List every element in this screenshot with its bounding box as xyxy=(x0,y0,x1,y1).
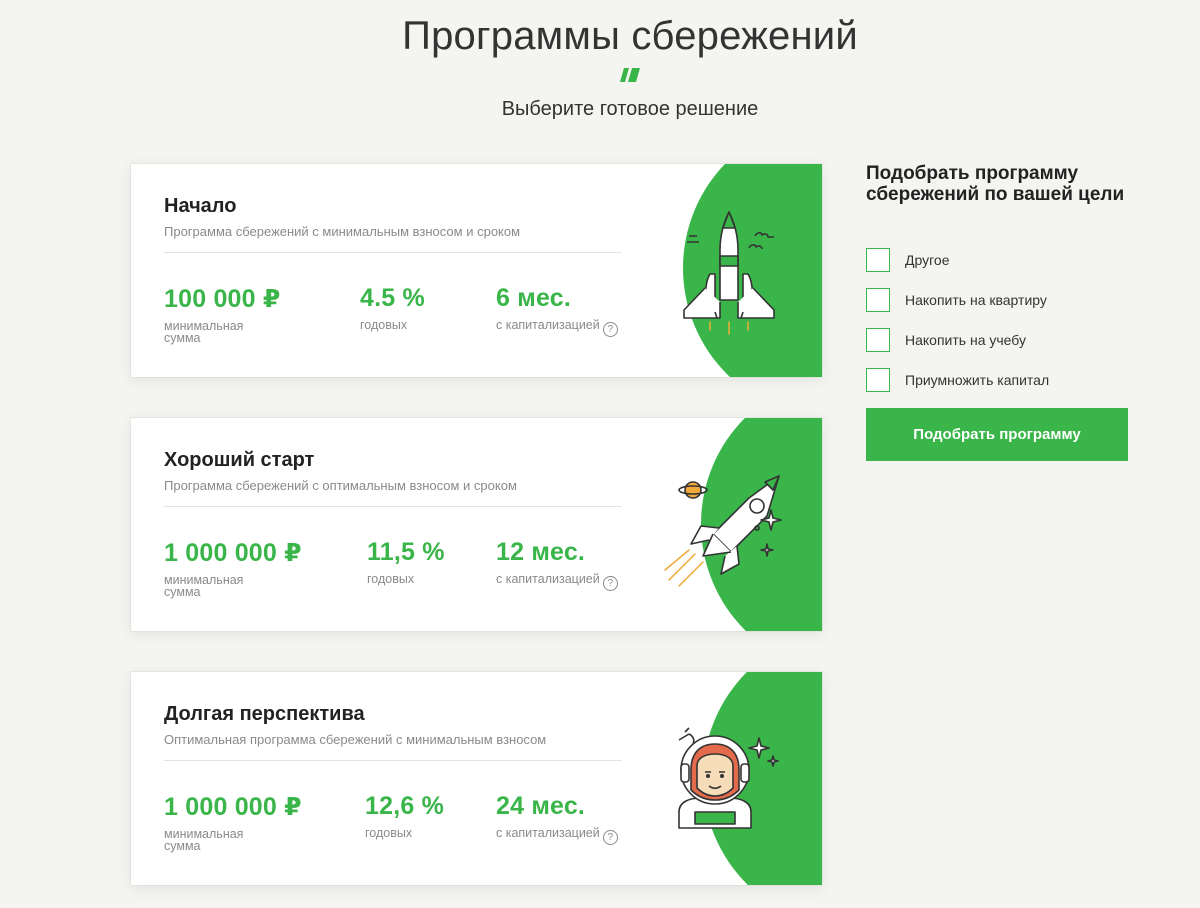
program-description: Оптимальная программа сбережений с миним… xyxy=(164,732,547,747)
checkbox[interactable] xyxy=(866,328,890,352)
stat-label: с капитализацией? xyxy=(496,827,618,845)
goal-option-education[interactable]: Накопить на учебу xyxy=(866,328,1026,352)
stat-value: 6 мес. xyxy=(496,284,571,312)
stat-rate: 4.5 % годовых xyxy=(360,284,425,331)
term-label: с капитализацией xyxy=(496,572,600,586)
goal-picker: Подобрать программу сбережений по вашей … xyxy=(866,163,1128,461)
term-label: с капитализацией xyxy=(496,826,600,840)
stat-rate: 11,5 % годовых xyxy=(367,538,445,585)
program-title: Начало xyxy=(164,195,237,217)
stat-label: минимальная сумма xyxy=(164,319,244,345)
program-description: Программа сбережений с минимальным взнос… xyxy=(164,224,521,239)
picker-title: Подобрать программу сбережений по вашей … xyxy=(866,163,1125,205)
help-icon[interactable]: ? xyxy=(602,322,618,337)
stat-label: годовых xyxy=(365,826,413,840)
stat-term: 6 мес. с капитализацией? xyxy=(496,284,618,337)
option-label: Накопить на учебу xyxy=(905,332,1027,348)
stat-label: годовых xyxy=(367,572,415,586)
stat-value: 1 000 000 ₽ xyxy=(164,793,302,821)
option-label: Другое xyxy=(905,252,950,268)
program-title: Долгая перспектива xyxy=(164,703,365,725)
stat-value: 12 мес. xyxy=(496,538,586,566)
goal-option-apartment[interactable]: Накопить на квартиру xyxy=(866,288,1047,312)
goal-option-capital[interactable]: Приумножить капитал xyxy=(866,368,1049,392)
pick-program-button[interactable]: Подобрать программу xyxy=(866,408,1128,461)
card-divider xyxy=(164,760,622,761)
stat-label: минимальная сумма xyxy=(164,827,244,853)
stat-value: 1 000 000 ₽ xyxy=(164,539,302,567)
stat-value: 100 000 ₽ xyxy=(164,285,281,313)
checkbox[interactable] xyxy=(866,368,890,392)
stat-term: 24 мес. с капитализацией? xyxy=(496,792,618,845)
option-label: Приумножить капитал xyxy=(905,372,1050,388)
help-icon[interactable]: ? xyxy=(602,576,618,591)
rocket-icon xyxy=(664,475,782,587)
program-card-nachalo[interactable]: Начало Программа сбережений с минимальны… xyxy=(131,164,822,377)
program-description: Программа сбережений с оптимальным взнос… xyxy=(164,478,517,493)
card-divider xyxy=(164,506,622,507)
checkbox[interactable] xyxy=(866,248,890,272)
stat-label: минимальная сумма xyxy=(164,573,244,599)
term-label: с капитализацией xyxy=(496,318,600,332)
checkbox[interactable] xyxy=(866,288,890,312)
goal-option-other[interactable]: Другое xyxy=(866,248,949,272)
stat-min-amount: 1 000 000 ₽ минимальная сумма xyxy=(164,538,302,598)
stat-label: годовых xyxy=(360,318,408,332)
stat-value: 4.5 % xyxy=(360,284,425,312)
stat-label: с капитализацией? xyxy=(496,319,618,337)
stat-label: с капитализацией? xyxy=(496,573,618,591)
shuttle-icon xyxy=(683,211,775,335)
stat-min-amount: 100 000 ₽ минимальная сумма xyxy=(164,284,281,344)
stat-term: 12 мес. с капитализацией? xyxy=(496,538,618,591)
page-title: Программы сбережений xyxy=(402,14,858,58)
stat-rate: 12,6 % годовых xyxy=(365,792,444,839)
card-divider xyxy=(164,252,622,253)
option-label: Накопить на квартиру xyxy=(905,292,1047,308)
stat-min-amount: 1 000 000 ₽ минимальная сумма xyxy=(164,792,302,852)
stat-value: 12,6 % xyxy=(365,792,445,820)
stat-value: 24 мес. xyxy=(496,792,586,820)
program-card-dolgaya-perspektiva[interactable]: Долгая перспектива Оптимальная программа… xyxy=(131,672,822,885)
program-card-horoshiy-start[interactable]: Хороший старт Программа сбережений с опт… xyxy=(131,418,822,631)
program-title: Хороший старт xyxy=(164,449,315,471)
stat-value: 11,5 % xyxy=(367,538,445,566)
astronaut-icon xyxy=(678,727,779,829)
sber-stripes-icon xyxy=(620,68,640,82)
help-icon[interactable]: ? xyxy=(602,830,618,845)
page-subtitle: Выберите готовое решение xyxy=(501,98,759,120)
